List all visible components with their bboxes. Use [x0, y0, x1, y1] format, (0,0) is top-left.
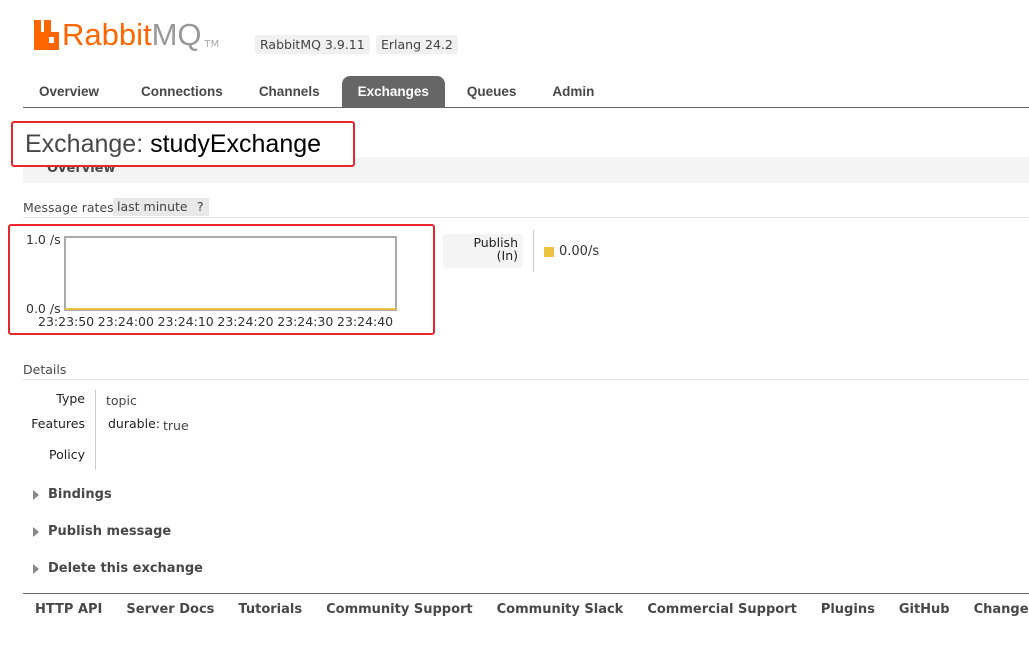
x-tick-label: 23:24:40 — [337, 314, 393, 329]
detail-type-key: Type — [56, 391, 85, 406]
message-rates-header: Message rates last minute ? — [23, 197, 1029, 218]
legend-publish-in: Publish (In) — [443, 234, 523, 268]
footer-link-community-slack[interactable]: Community Slack — [485, 594, 636, 625]
details-header: Details — [23, 361, 1029, 380]
detail-policy-key: Policy — [49, 447, 85, 462]
publish-message-label: Publish message — [48, 524, 172, 539]
caret-right-icon — [33, 526, 39, 537]
tab-queues[interactable]: Queues — [445, 76, 537, 107]
detail-type-value: topic — [106, 393, 137, 408]
version-badge: RabbitMQ 3.9.11 — [255, 35, 370, 54]
tab-admin[interactable]: Admin — [536, 76, 610, 107]
tab-overview[interactable]: Overview — [23, 76, 115, 107]
tab-exchanges[interactable]: Exchanges — [341, 76, 445, 107]
rates-help-button[interactable]: ? — [192, 198, 209, 216]
message-rates-label: Message rates — [23, 200, 114, 215]
delete-exchange-section-toggle[interactable]: Delete this exchange — [33, 561, 203, 576]
chart-plot-area — [64, 236, 397, 311]
feature-durable-key: durable: — [108, 416, 160, 431]
legend-divider — [533, 230, 534, 272]
message-rates-chart-highlight: 1.0 /s 0.0 /s 23:23:50 23:24:00 23:24:10 23… — [8, 224, 435, 335]
page-title: Exchange: studyExchange — [25, 130, 322, 158]
erlang-badge: Erlang 24.2 — [376, 35, 458, 54]
tab-connections[interactable]: Connections — [115, 76, 241, 107]
footer-links: HTTP API Server Docs Tutorials Community… — [23, 593, 1029, 625]
x-tick-label: 23:23:50 — [38, 314, 94, 329]
message-rates-chart: 1.0 /s 0.0 /s 23:23:50 23:24:00 23:24:10 23… — [26, 232, 397, 329]
footer-link-server-docs[interactable]: Server Docs — [114, 594, 226, 625]
details-divider — [95, 390, 96, 470]
trademark: TM — [204, 39, 220, 50]
rates-range-selector[interactable]: last minute — [113, 198, 192, 216]
delete-exchange-label: Delete this exchange — [48, 561, 203, 576]
legend-value-publish-in: 0.00/s — [559, 244, 600, 259]
feature-durable-value: true — [163, 418, 189, 433]
rabbitmq-logo-icon — [34, 20, 59, 50]
bindings-section-toggle[interactable]: Bindings — [33, 487, 112, 502]
footer-link-github[interactable]: GitHub — [887, 594, 962, 625]
main-nav: Overview Connections Channels Exchanges … — [23, 76, 1029, 108]
footer-link-tutorials[interactable]: Tutorials — [226, 594, 314, 625]
caret-right-icon — [33, 489, 39, 500]
footer-link-commercial-support[interactable]: Commercial Support — [635, 594, 809, 625]
y-tick-label-max: 1.0 /s — [26, 232, 61, 247]
detail-features-key: Features — [31, 416, 85, 431]
legend-swatch-publish-in — [544, 247, 554, 257]
details-label: Details — [23, 362, 67, 377]
bindings-label: Bindings — [48, 487, 112, 502]
footer-link-changelog[interactable]: Changelog — [962, 594, 1029, 625]
x-tick-label: 23:24:10 — [158, 314, 214, 329]
caret-right-icon — [33, 563, 39, 574]
page-title-highlight: Exchange: studyExchange — [11, 121, 355, 167]
footer-link-plugins[interactable]: Plugins — [809, 594, 887, 625]
publish-message-section-toggle[interactable]: Publish message — [33, 524, 171, 539]
footer-link-http-api[interactable]: HTTP API — [23, 594, 114, 625]
footer-link-community-support[interactable]: Community Support — [314, 594, 485, 625]
exchange-name: studyExchange — [150, 130, 322, 158]
rabbitmq-logo: RabbitMQ TM — [34, 17, 220, 52]
brand-name: RabbitMQ — [62, 17, 202, 52]
x-tick-label: 23:24:00 — [98, 314, 154, 329]
tab-channels[interactable]: Channels — [241, 76, 342, 107]
x-tick-label: 23:24:20 — [217, 314, 273, 329]
x-tick-label: 23:24:30 — [277, 314, 333, 329]
